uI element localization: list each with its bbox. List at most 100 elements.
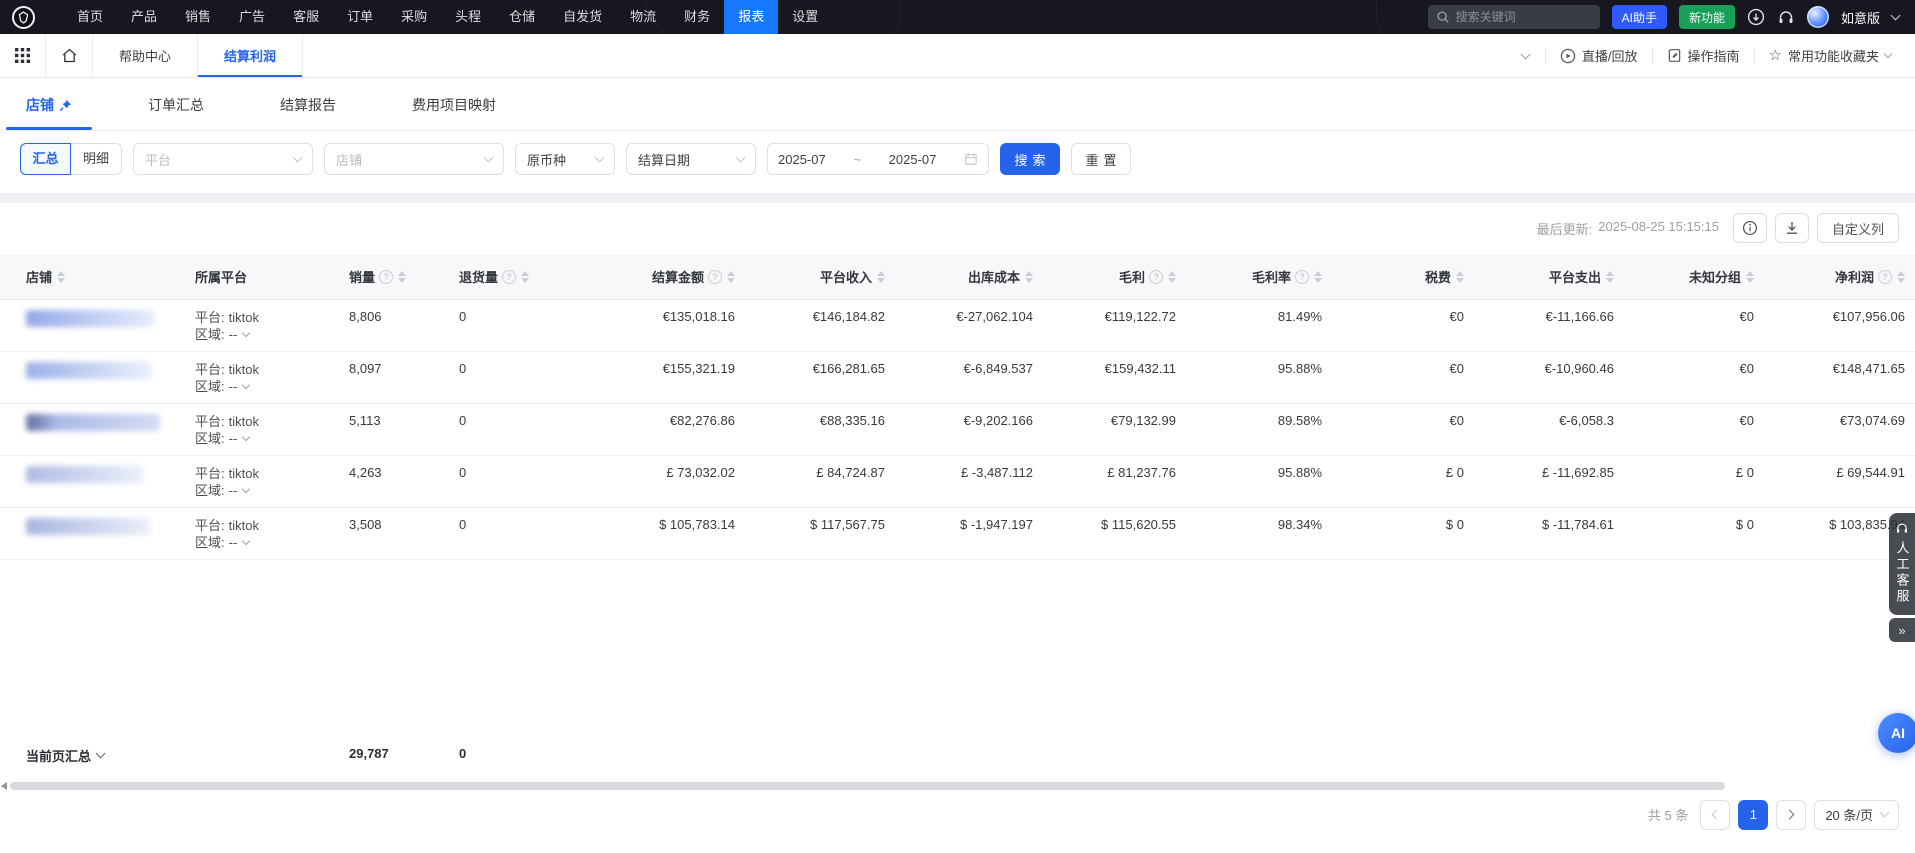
pin-icon[interactable] [59, 99, 72, 112]
headset-icon[interactable] [1777, 8, 1795, 26]
pagination: 共 5 条 1 20 条/页 [0, 800, 1915, 830]
cell-unknown-group: €0 [1614, 299, 1754, 351]
cell-platform-income: €166,281.65 [735, 351, 885, 403]
next-page-button[interactable] [1776, 800, 1806, 830]
shop-select[interactable]: 店铺 [324, 143, 504, 175]
download-circle-icon[interactable] [1747, 8, 1765, 26]
export-download-button[interactable] [1775, 213, 1809, 243]
app-logo-icon[interactable] [12, 6, 35, 29]
nav-purchasing[interactable]: 采购 [387, 0, 441, 34]
nav-sales[interactable]: 销售 [171, 0, 225, 34]
user-avatar[interactable] [1807, 6, 1829, 28]
ai-floating-button[interactable]: AI [1878, 713, 1915, 753]
ai-assistant-button[interactable]: AI助手 [1612, 5, 1667, 29]
favorites-link[interactable]: ☆ 常用功能收藏夹 [1755, 46, 1905, 65]
cell-net-profit: €148,471.65 [1754, 351, 1915, 403]
tab-settlement-profit[interactable]: 结算利润 [197, 34, 303, 77]
nav-ads[interactable]: 广告 [225, 0, 279, 34]
table-header-row: 店铺 所属平台 销量 退货量 结算金额 平台收入 出库成本 毛利 毛利率 税费 … [0, 255, 1915, 299]
subtab-fee-mapping[interactable]: 费用项目映射 [402, 95, 506, 130]
date-from[interactable]: 2025-07 [778, 152, 826, 167]
reset-button[interactable]: 重置 [1071, 143, 1131, 175]
date-to[interactable]: 2025-07 [889, 152, 937, 167]
scroll-left-arrow-icon[interactable] [1, 782, 7, 790]
nav-warehouse[interactable]: 仓储 [495, 0, 549, 34]
nav-logistics[interactable]: 物流 [616, 0, 670, 34]
col-unknown-group[interactable]: 未知分组 [1614, 255, 1754, 299]
col-outbound-cost[interactable]: 出库成本 [885, 255, 1033, 299]
date-range-picker[interactable]: 2025-07 ~ 2025-07 [767, 143, 989, 175]
chevron-down-icon[interactable] [1891, 11, 1901, 21]
live-replay-link[interactable]: 直播/回放 [1546, 46, 1652, 65]
sort-icon [1897, 271, 1905, 283]
cell-gross-profit: €159,432.11 [1033, 351, 1176, 403]
toggle-summary[interactable]: 汇总 [20, 143, 71, 175]
global-search[interactable] [1428, 5, 1600, 29]
operation-guide-link[interactable]: 操作指南 [1653, 46, 1754, 65]
region-expand-icon[interactable] [242, 484, 250, 492]
customer-service-button[interactable]: 人工客服 [1889, 513, 1915, 615]
table-empty-space [0, 560, 1915, 732]
col-net-profit[interactable]: 净利润 [1754, 255, 1915, 299]
scrollbar-thumb[interactable] [10, 782, 1725, 790]
home-icon[interactable] [46, 34, 92, 77]
region-expand-icon[interactable] [242, 432, 250, 440]
toggle-detail[interactable]: 明细 [71, 143, 122, 175]
guide-doc-icon [1667, 48, 1682, 63]
page-size-select[interactable]: 20 条/页 [1814, 800, 1899, 830]
region-expand-icon[interactable] [242, 328, 250, 336]
col-platform-expense[interactable]: 平台支出 [1464, 255, 1614, 299]
nav-reports[interactable]: 报表 [724, 0, 778, 34]
prev-page-button[interactable] [1700, 800, 1730, 830]
chevron-down-icon [1884, 50, 1892, 58]
nav-finance[interactable]: 财务 [670, 0, 724, 34]
region-expand-icon[interactable] [242, 380, 250, 388]
subtab-settlement-report[interactable]: 结算报告 [270, 95, 346, 130]
cell-platform: 平台:tiktok 区域:-- [195, 455, 345, 507]
region-expand-icon[interactable] [242, 536, 250, 544]
edition-label[interactable]: 如意版 [1841, 8, 1880, 27]
col-returns[interactable]: 退货量 [455, 255, 565, 299]
current-page-button[interactable]: 1 [1738, 800, 1768, 830]
nav-service[interactable]: 客服 [279, 0, 333, 34]
nav-home[interactable]: 首页 [63, 0, 117, 34]
subtab-shop[interactable]: 店铺 [16, 95, 82, 130]
subtab-order-summary[interactable]: 订单汇总 [138, 95, 214, 130]
col-shop[interactable]: 店铺 [0, 255, 195, 299]
nav-products[interactable]: 产品 [117, 0, 171, 34]
col-sales[interactable]: 销量 [345, 255, 455, 299]
search-input[interactable] [1456, 10, 1592, 24]
summary-label[interactable]: 当前页汇总 [26, 746, 104, 765]
nav-orders[interactable]: 订单 [333, 0, 387, 34]
nav-first-leg[interactable]: 头程 [441, 0, 495, 34]
collapse-panel-button[interactable]: » [1889, 618, 1915, 642]
nav-settings[interactable]: 设置 [778, 0, 832, 34]
sort-icon [1168, 271, 1176, 283]
chevron-down-icon [595, 152, 605, 162]
nav-self-delivery[interactable]: 自发货 [549, 0, 616, 34]
cell-settlement: €155,321.19 [565, 351, 735, 403]
apps-grid-icon[interactable] [0, 34, 46, 77]
date-type-select[interactable]: 结算日期 [626, 143, 756, 175]
col-settlement[interactable]: 结算金额 [565, 255, 735, 299]
tab-help-center[interactable]: 帮助中心 [92, 34, 197, 77]
summary-sales: 29,787 [349, 746, 389, 761]
search-button[interactable]: 搜索 [1000, 143, 1060, 175]
info-button[interactable] [1733, 213, 1767, 243]
col-platform-income[interactable]: 平台收入 [735, 255, 885, 299]
new-feature-button[interactable]: 新功能 [1679, 5, 1735, 29]
total-count: 共 5 条 [1648, 805, 1688, 824]
table-row: 平台:tiktok 区域:-- 5,113 0 €82,276.86 €88,3… [0, 403, 1915, 455]
col-gross-profit[interactable]: 毛利 [1033, 255, 1176, 299]
currency-select[interactable]: 原币种 [515, 143, 615, 175]
platform-select[interactable]: 平台 [133, 143, 313, 175]
col-gross-margin[interactable]: 毛利率 [1176, 255, 1322, 299]
col-tax[interactable]: 税费 [1322, 255, 1464, 299]
help-icon [1878, 270, 1892, 284]
tabs-collapse-chevron-icon[interactable] [1506, 54, 1545, 58]
calendar-icon [964, 152, 978, 166]
cell-outbound-cost: $ -1,947.197 [885, 507, 1033, 559]
cell-platform: 平台:tiktok 区域:-- [195, 351, 345, 403]
customize-columns-button[interactable]: 自定义列 [1817, 213, 1899, 243]
cell-gross-margin: 95.88% [1176, 351, 1322, 403]
